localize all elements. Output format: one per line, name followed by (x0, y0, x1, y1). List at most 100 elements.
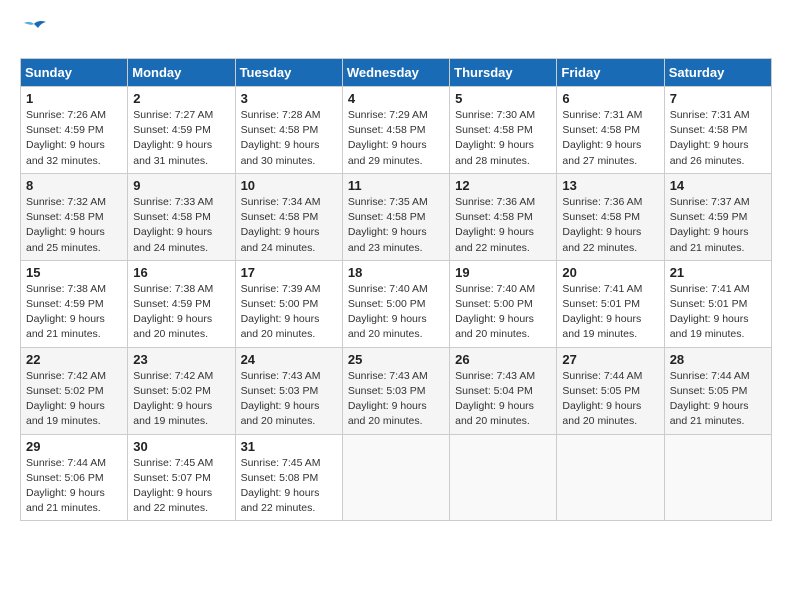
day-cell: 23 Sunrise: 7:42 AM Sunset: 5:02 PM Dayli… (128, 347, 235, 434)
day-info: Sunrise: 7:33 AM Sunset: 4:58 PM Dayligh… (133, 195, 229, 256)
day-cell: 21 Sunrise: 7:41 AM Sunset: 5:01 PM Dayli… (664, 260, 771, 347)
day-number: 18 (348, 265, 444, 280)
day-number: 5 (455, 91, 551, 106)
day-cell: 28 Sunrise: 7:44 AM Sunset: 5:05 PM Dayli… (664, 347, 771, 434)
day-number: 1 (26, 91, 122, 106)
day-info: Sunrise: 7:34 AM Sunset: 4:58 PM Dayligh… (241, 195, 337, 256)
day-cell: 4 Sunrise: 7:29 AM Sunset: 4:58 PM Daylig… (342, 87, 449, 174)
logo-bird-icon (20, 20, 48, 42)
day-number: 26 (455, 352, 551, 367)
day-cell: 31Sunrise: 7:45 AM Sunset: 5:08 PM Dayli… (235, 434, 342, 521)
day-info: Sunrise: 7:44 AM Sunset: 5:05 PM Dayligh… (670, 369, 766, 430)
day-number: 22 (26, 352, 122, 367)
day-cell: 25 Sunrise: 7:43 AM Sunset: 5:03 PM Dayli… (342, 347, 449, 434)
day-info: Sunrise: 7:36 AM Sunset: 4:58 PM Dayligh… (455, 195, 551, 256)
day-info: Sunrise: 7:29 AM Sunset: 4:58 PM Dayligh… (348, 108, 444, 169)
column-header-monday: Monday (128, 59, 235, 87)
week-row: 29Sunrise: 7:44 AM Sunset: 5:06 PM Dayli… (21, 434, 772, 521)
day-number: 24 (241, 352, 337, 367)
day-info: Sunrise: 7:32 AM Sunset: 4:58 PM Dayligh… (26, 195, 122, 256)
day-info: Sunrise: 7:44 AM Sunset: 5:05 PM Dayligh… (562, 369, 658, 430)
day-info: Sunrise: 7:42 AM Sunset: 5:02 PM Dayligh… (133, 369, 229, 430)
day-cell: 18 Sunrise: 7:40 AM Sunset: 5:00 PM Dayli… (342, 260, 449, 347)
day-number: 4 (348, 91, 444, 106)
column-header-friday: Friday (557, 59, 664, 87)
day-number: 28 (670, 352, 766, 367)
logo (20, 20, 52, 42)
day-info: Sunrise: 7:39 AM Sunset: 5:00 PM Dayligh… (241, 282, 337, 343)
week-row: 8 Sunrise: 7:32 AM Sunset: 4:58 PM Daylig… (21, 173, 772, 260)
day-cell (450, 434, 557, 521)
day-number: 23 (133, 352, 229, 367)
day-number: 14 (670, 178, 766, 193)
day-info: Sunrise: 7:28 AM Sunset: 4:58 PM Dayligh… (241, 108, 337, 169)
day-number: 21 (670, 265, 766, 280)
day-cell: 9 Sunrise: 7:33 AM Sunset: 4:58 PM Daylig… (128, 173, 235, 260)
day-cell: 8 Sunrise: 7:32 AM Sunset: 4:58 PM Daylig… (21, 173, 128, 260)
week-row: 22 Sunrise: 7:42 AM Sunset: 5:02 PM Dayli… (21, 347, 772, 434)
column-header-sunday: Sunday (21, 59, 128, 87)
day-number: 15 (26, 265, 122, 280)
day-info: Sunrise: 7:43 AM Sunset: 5:03 PM Dayligh… (241, 369, 337, 430)
day-info: Sunrise: 7:27 AM Sunset: 4:59 PM Dayligh… (133, 108, 229, 169)
day-cell: 13 Sunrise: 7:36 AM Sunset: 4:58 PM Dayli… (557, 173, 664, 260)
day-cell: 7 Sunrise: 7:31 AM Sunset: 4:58 PM Daylig… (664, 87, 771, 174)
day-cell: 1Sunrise: 7:26 AM Sunset: 4:59 PM Daylig… (21, 87, 128, 174)
calendar: SundayMondayTuesdayWednesdayThursdayFrid… (20, 58, 772, 521)
column-header-tuesday: Tuesday (235, 59, 342, 87)
day-number: 25 (348, 352, 444, 367)
day-cell: 16 Sunrise: 7:38 AM Sunset: 4:59 PM Dayli… (128, 260, 235, 347)
day-info: Sunrise: 7:42 AM Sunset: 5:02 PM Dayligh… (26, 369, 122, 430)
day-cell: 27 Sunrise: 7:44 AM Sunset: 5:05 PM Dayli… (557, 347, 664, 434)
week-row: 15 Sunrise: 7:38 AM Sunset: 4:59 PM Dayli… (21, 260, 772, 347)
day-number: 8 (26, 178, 122, 193)
day-info: Sunrise: 7:43 AM Sunset: 5:03 PM Dayligh… (348, 369, 444, 430)
day-info: Sunrise: 7:31 AM Sunset: 4:58 PM Dayligh… (670, 108, 766, 169)
day-number: 19 (455, 265, 551, 280)
day-cell: 2 Sunrise: 7:27 AM Sunset: 4:59 PM Daylig… (128, 87, 235, 174)
day-info: Sunrise: 7:41 AM Sunset: 5:01 PM Dayligh… (670, 282, 766, 343)
day-info: Sunrise: 7:43 AM Sunset: 5:04 PM Dayligh… (455, 369, 551, 430)
day-cell: 6Sunrise: 7:31 AM Sunset: 4:58 PM Daylig… (557, 87, 664, 174)
day-number: 12 (455, 178, 551, 193)
column-header-thursday: Thursday (450, 59, 557, 87)
day-number: 29 (26, 439, 122, 454)
day-info: Sunrise: 7:36 AM Sunset: 4:58 PM Dayligh… (562, 195, 658, 256)
day-number: 9 (133, 178, 229, 193)
day-number: 10 (241, 178, 337, 193)
day-cell: 26 Sunrise: 7:43 AM Sunset: 5:04 PM Dayli… (450, 347, 557, 434)
day-cell: 12 Sunrise: 7:36 AM Sunset: 4:58 PM Dayli… (450, 173, 557, 260)
day-number: 2 (133, 91, 229, 106)
day-cell: 29Sunrise: 7:44 AM Sunset: 5:06 PM Dayli… (21, 434, 128, 521)
day-cell (664, 434, 771, 521)
day-number: 13 (562, 178, 658, 193)
day-cell: 14 Sunrise: 7:37 AM Sunset: 4:59 PM Dayli… (664, 173, 771, 260)
day-number: 20 (562, 265, 658, 280)
day-cell: 3 Sunrise: 7:28 AM Sunset: 4:58 PM Daylig… (235, 87, 342, 174)
day-number: 3 (241, 91, 337, 106)
day-info: Sunrise: 7:31 AM Sunset: 4:58 PM Dayligh… (562, 108, 658, 169)
day-number: 27 (562, 352, 658, 367)
day-cell: 17 Sunrise: 7:39 AM Sunset: 5:00 PM Dayli… (235, 260, 342, 347)
day-cell: 15Sunrise: 7:38 AM Sunset: 4:59 PM Dayli… (21, 260, 128, 347)
day-info: Sunrise: 7:38 AM Sunset: 4:59 PM Dayligh… (133, 282, 229, 343)
day-number: 17 (241, 265, 337, 280)
day-info: Sunrise: 7:35 AM Sunset: 4:58 PM Dayligh… (348, 195, 444, 256)
day-info: Sunrise: 7:37 AM Sunset: 4:59 PM Dayligh… (670, 195, 766, 256)
day-cell: 5 Sunrise: 7:30 AM Sunset: 4:58 PM Daylig… (450, 87, 557, 174)
day-cell (342, 434, 449, 521)
day-info: Sunrise: 7:30 AM Sunset: 4:58 PM Dayligh… (455, 108, 551, 169)
day-cell (557, 434, 664, 521)
day-number: 16 (133, 265, 229, 280)
day-number: 7 (670, 91, 766, 106)
day-cell: 19 Sunrise: 7:40 AM Sunset: 5:00 PM Dayli… (450, 260, 557, 347)
week-row: 1Sunrise: 7:26 AM Sunset: 4:59 PM Daylig… (21, 87, 772, 174)
day-info: Sunrise: 7:40 AM Sunset: 5:00 PM Dayligh… (348, 282, 444, 343)
day-cell: 30Sunrise: 7:45 AM Sunset: 5:07 PM Dayli… (128, 434, 235, 521)
day-info: Sunrise: 7:40 AM Sunset: 5:00 PM Dayligh… (455, 282, 551, 343)
day-number: 31 (241, 439, 337, 454)
day-info: Sunrise: 7:41 AM Sunset: 5:01 PM Dayligh… (562, 282, 658, 343)
header (20, 20, 772, 42)
column-header-wednesday: Wednesday (342, 59, 449, 87)
day-cell: 20 Sunrise: 7:41 AM Sunset: 5:01 PM Dayli… (557, 260, 664, 347)
